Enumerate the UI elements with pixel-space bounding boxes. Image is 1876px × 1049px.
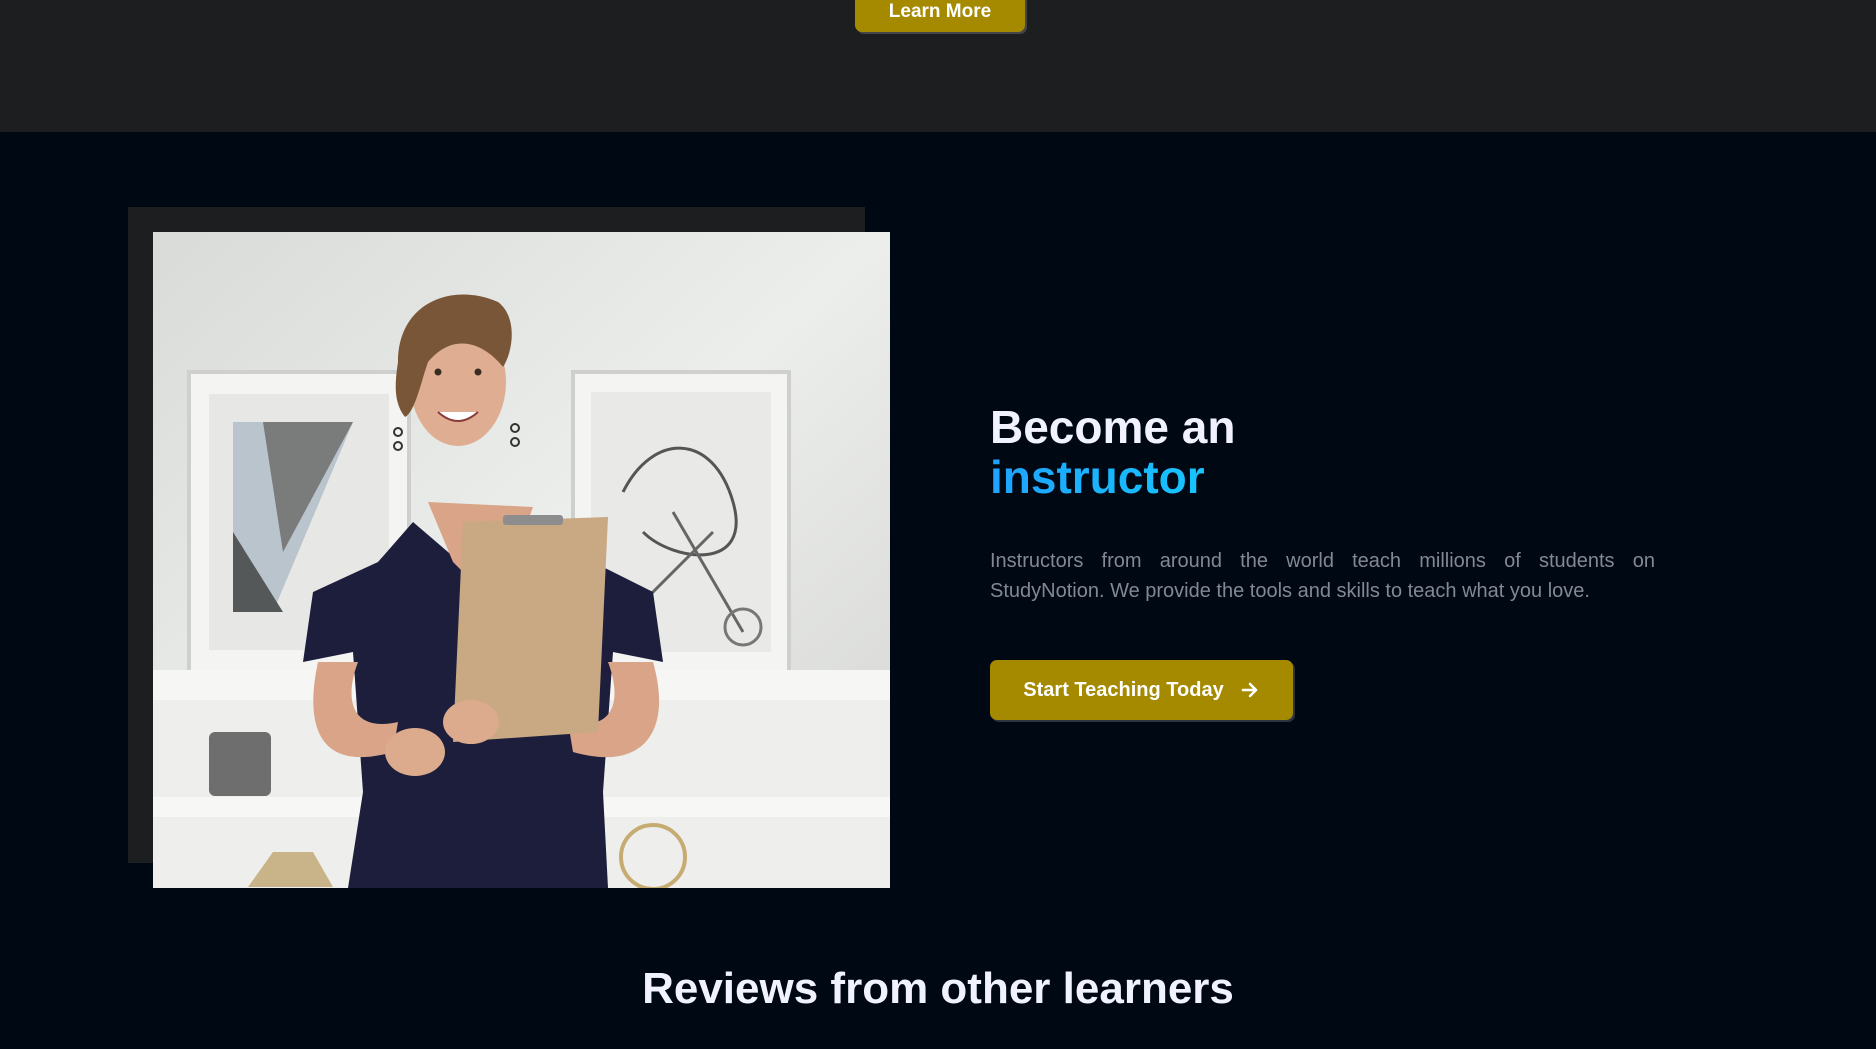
reviews-title: Reviews from other learners xyxy=(642,964,1234,1013)
instructor-heading: Become an instructor xyxy=(990,402,1655,502)
instructor-section: Become an instructor Instructors from ar… xyxy=(0,132,1876,1049)
instructor-description: Instructors from around the world teach … xyxy=(990,550,1655,602)
arrow-right-icon xyxy=(1240,680,1260,700)
heading-accent: instructor xyxy=(990,452,1655,502)
learn-more-button[interactable]: Learn More xyxy=(855,0,1025,32)
heading-line: Become an xyxy=(990,401,1236,453)
instructor-text: Become an instructor Instructors from ar… xyxy=(990,402,1655,606)
instructor-image xyxy=(153,232,890,888)
top-section: Learn More xyxy=(0,0,1876,132)
start-teaching-button[interactable]: Start Teaching Today xyxy=(990,660,1293,720)
start-teaching-label: Start Teaching Today xyxy=(1023,678,1224,701)
